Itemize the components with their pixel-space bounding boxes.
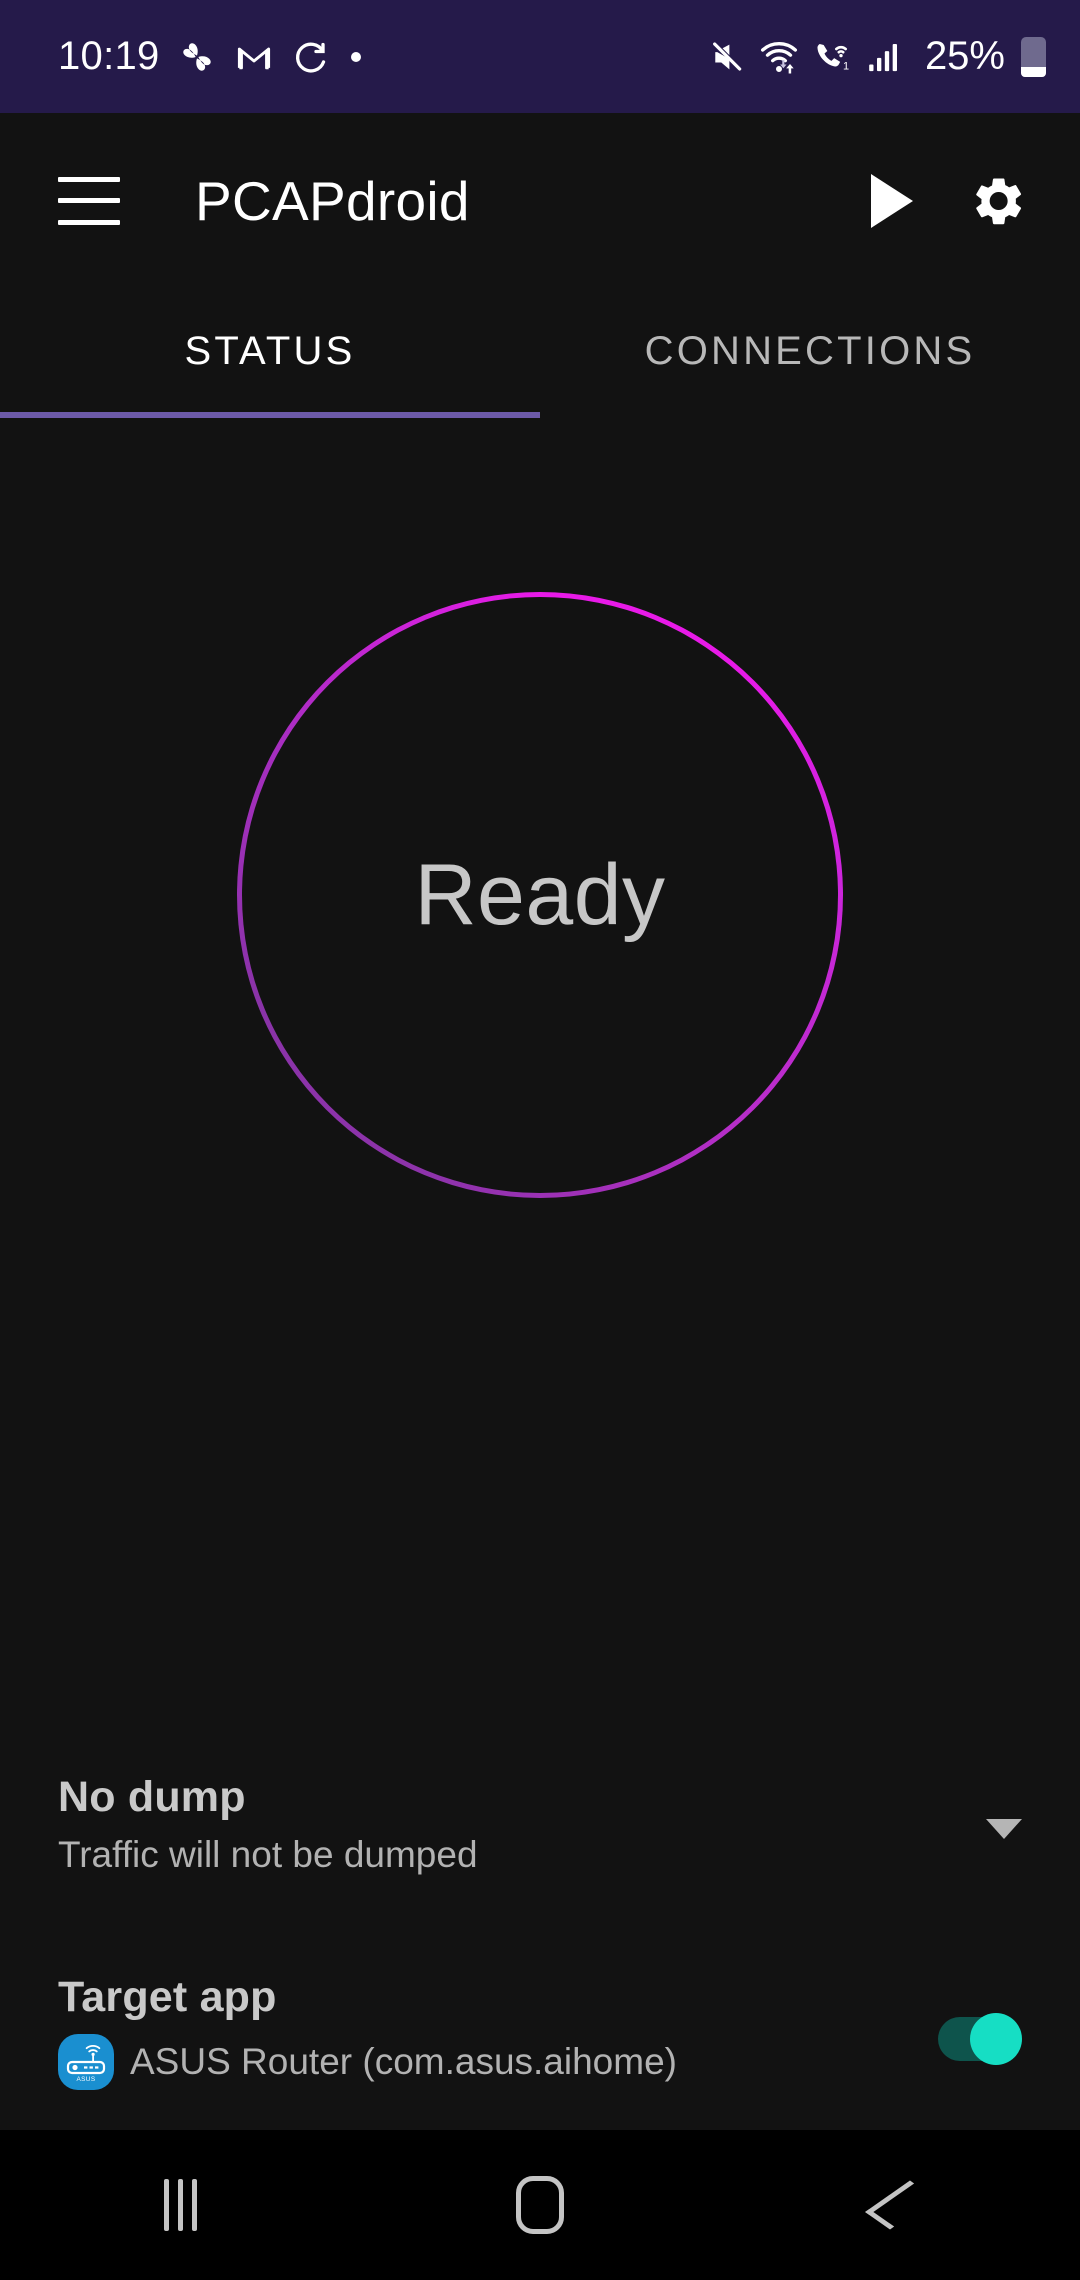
asus-router-app-icon: ASUS: [58, 2034, 114, 2091]
recents-icon: [163, 2179, 197, 2231]
sync-icon: [295, 42, 325, 72]
signal-bars-icon: [869, 43, 897, 71]
phone-screen: 10:19 1 25% PCAPdroid STATUS CONNECTIONS…: [0, 0, 1080, 2280]
dump-mode-row[interactable]: No dump Traffic will not be dumped: [0, 1773, 1080, 1913]
main-content: Ready No dump Traffic will not be dumped…: [0, 418, 1080, 2130]
status-bar-clock: 10:19: [58, 34, 160, 78]
play-icon[interactable]: [871, 173, 913, 228]
dump-mode-subtitle: Traffic will not be dumped: [58, 1834, 478, 1876]
pinwheel-icon: [182, 42, 211, 71]
home-icon: [516, 2176, 564, 2234]
nav-recents-button[interactable]: [0, 2130, 360, 2280]
wifi-icon: [760, 41, 797, 73]
tab-connections[interactable]: CONNECTIONS: [540, 288, 1080, 415]
svg-text:1: 1: [843, 60, 849, 72]
back-icon: [865, 2180, 935, 2230]
svg-text:ASUS: ASUS: [76, 2076, 95, 2083]
tab-status[interactable]: STATUS: [0, 288, 540, 415]
battery-percent-label: 25%: [924, 34, 1005, 78]
target-app-name: ASUS Router (com.asus.aihome): [130, 2041, 677, 2083]
dot-icon: [350, 51, 361, 62]
gear-icon[interactable]: [968, 171, 1028, 231]
dump-mode-text: No dump Traffic will not be dumped: [58, 1773, 986, 1877]
call-wifi-icon: 1: [817, 43, 849, 72]
system-nav-bar: [0, 2130, 1080, 2280]
target-app-title: Target app: [58, 1973, 277, 2021]
app-bar: PCAPdroid: [0, 113, 1080, 288]
status-bar-right: 1 25%: [708, 34, 1046, 79]
app-bar-actions: [871, 171, 1028, 231]
nav-back-button[interactable]: [720, 2130, 1080, 2280]
tab-bar: STATUS CONNECTIONS: [0, 288, 1080, 415]
target-app-row[interactable]: Target app ASUS ASUS Router (com.asus.ai…: [0, 1973, 1080, 2123]
gmail-icon: [237, 47, 270, 69]
hamburger-menu-icon[interactable]: [58, 176, 120, 225]
toggle-thumb: [970, 2013, 1022, 2065]
target-app-toggle[interactable]: [938, 2013, 1022, 2065]
dump-mode-title: No dump: [58, 1773, 246, 1821]
chevron-down-icon[interactable]: [986, 1819, 1022, 1839]
capture-status-label: Ready: [414, 846, 666, 943]
nav-home-button[interactable]: [360, 2130, 720, 2280]
status-bar-left: 10:19: [58, 34, 364, 79]
mute-icon: [713, 41, 742, 71]
target-app-value: ASUS ASUS Router (com.asus.aihome): [58, 2034, 938, 2091]
battery-icon: [1021, 36, 1046, 77]
capture-status-circle[interactable]: Ready: [237, 592, 843, 1198]
page-title: PCAPdroid: [195, 169, 470, 232]
status-bar: 10:19 1 25%: [0, 0, 1080, 113]
target-app-text: Target app ASUS ASUS Router (com.asus.ai…: [58, 1973, 938, 2091]
